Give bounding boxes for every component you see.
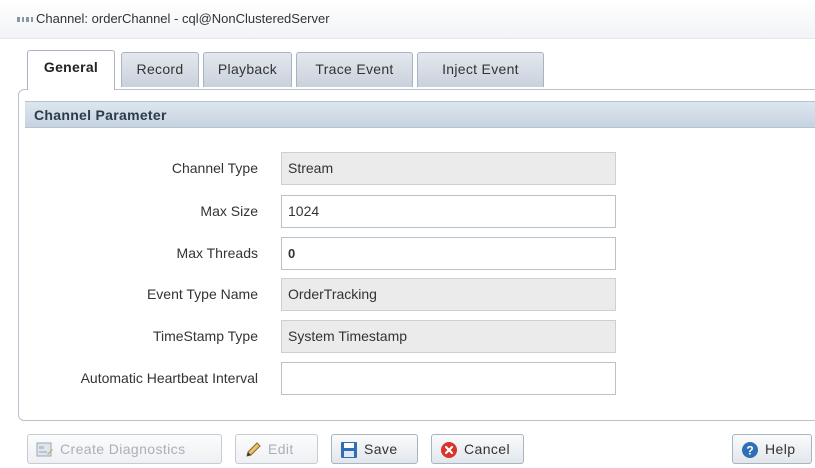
- edit-button[interactable]: Edit: [235, 434, 318, 464]
- cancel-label: Cancel: [464, 441, 510, 457]
- help-label: Help: [765, 441, 796, 457]
- max-threads-input[interactable]: 0: [281, 237, 616, 270]
- help-button[interactable]: ? Help: [732, 434, 812, 464]
- edit-label: Edit: [268, 441, 294, 457]
- heartbeat-interval-input[interactable]: [281, 362, 616, 395]
- floppy-disk-icon: [340, 440, 358, 458]
- title-bar: Channel: orderChannel - cql@NonClustered…: [0, 0, 815, 39]
- tab-record[interactable]: Record: [121, 52, 199, 87]
- diagnostics-icon: [36, 440, 54, 458]
- max-size-input[interactable]: 1024: [281, 195, 616, 228]
- pencil-icon: [244, 440, 262, 458]
- cancel-icon: [440, 440, 458, 458]
- tab-playback[interactable]: Playback: [203, 52, 292, 87]
- event-type-name-label: Event Type Name: [146, 286, 258, 302]
- save-label: Save: [364, 441, 398, 457]
- create-diagnostics-label: Create Diagnostics: [60, 441, 186, 457]
- timestamp-type-label: TimeStamp Type: [152, 328, 258, 344]
- max-threads-label: Max Threads: [176, 245, 258, 261]
- cancel-button[interactable]: Cancel: [431, 434, 524, 464]
- section-header: Channel Parameter: [25, 101, 815, 128]
- event-type-name-field: OrderTracking: [281, 278, 616, 311]
- help-icon: ?: [741, 440, 759, 458]
- tab-inject-event[interactable]: Inject Event: [417, 52, 544, 87]
- save-button[interactable]: Save: [331, 434, 418, 464]
- dots-icon: [17, 16, 33, 22]
- tab-trace-event[interactable]: Trace Event: [296, 52, 413, 87]
- timestamp-type-field: System Timestamp: [281, 320, 616, 353]
- svg-text:?: ?: [746, 444, 753, 458]
- channel-type-label: Channel Type: [171, 160, 258, 176]
- create-diagnostics-button[interactable]: Create Diagnostics: [27, 434, 222, 464]
- channel-type-field: Stream: [281, 152, 616, 185]
- max-size-label: Max Size: [200, 203, 258, 219]
- tab-general[interactable]: General: [27, 50, 115, 90]
- window-title: Channel: orderChannel - cql@NonClustered…: [36, 11, 330, 26]
- heartbeat-interval-label: Automatic Heartbeat Interval: [80, 370, 258, 386]
